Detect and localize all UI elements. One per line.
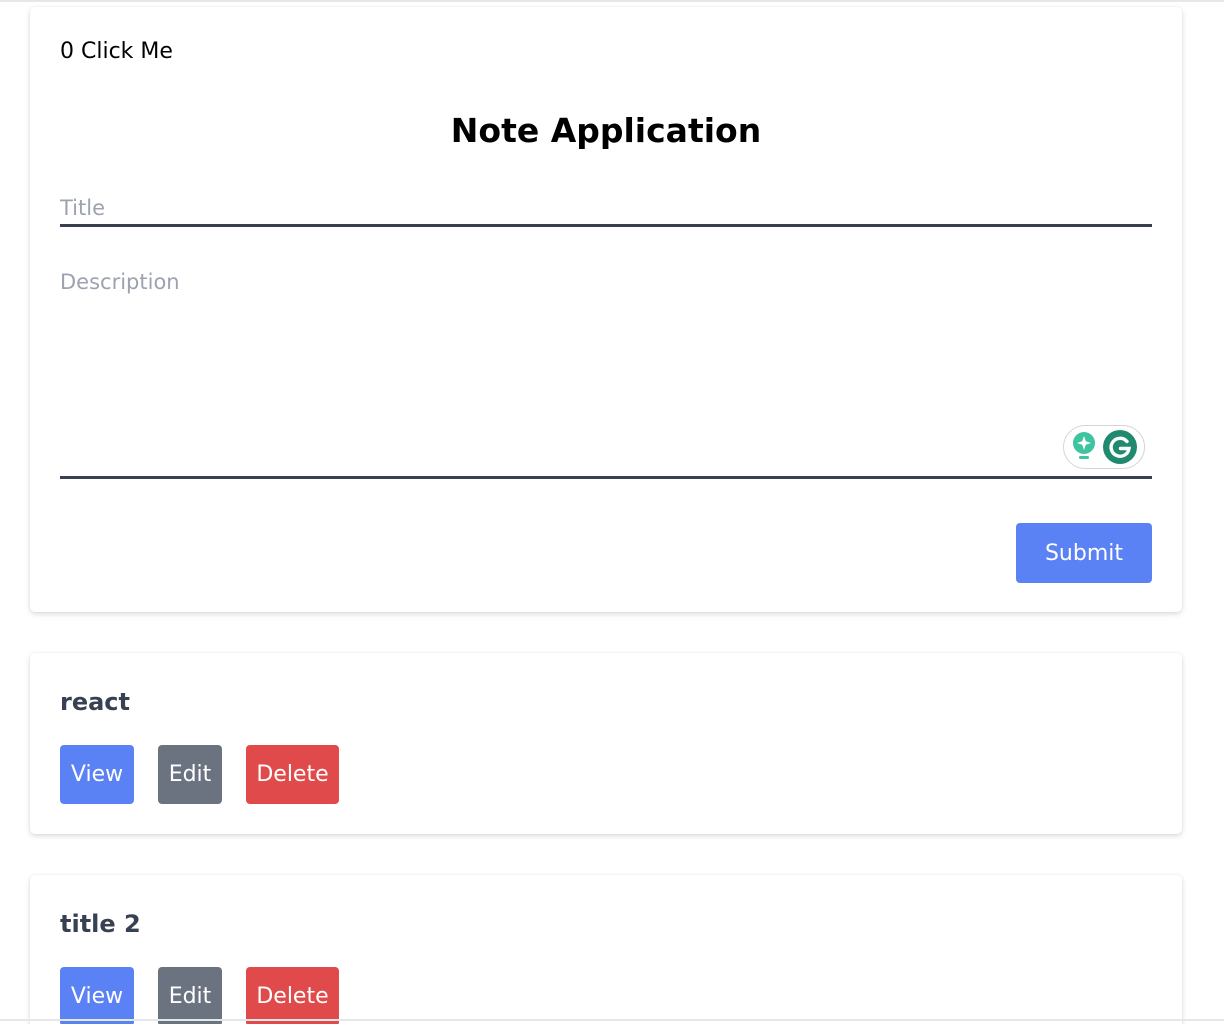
- note-title: title 2: [60, 910, 141, 938]
- page: 0 Click Me Note Application Submit react…: [0, 0, 1224, 1024]
- lightbulb-icon[interactable]: [1071, 431, 1097, 463]
- title-input[interactable]: [60, 191, 1152, 227]
- note-card: react View Edit Delete: [30, 653, 1182, 834]
- click-me-counter-button[interactable]: 0 Click Me: [60, 37, 173, 67]
- top-divider: [0, 0, 1224, 2]
- counter-label: Click Me: [81, 39, 173, 64]
- note-title: react: [60, 688, 131, 716]
- grammarly-widget[interactable]: [1063, 425, 1145, 469]
- grammarly-g-icon[interactable]: [1103, 430, 1138, 464]
- edit-button[interactable]: Edit: [158, 967, 222, 1024]
- submit-button[interactable]: Submit: [1016, 523, 1152, 583]
- bottom-divider: [0, 1019, 1224, 1021]
- counter-value: 0: [60, 39, 74, 64]
- page-title: Note Application: [450, 111, 762, 150]
- note-card: title 2 View Edit Delete: [30, 875, 1182, 1024]
- view-button[interactable]: View: [60, 967, 134, 1024]
- description-textarea[interactable]: [60, 267, 1152, 479]
- edit-button[interactable]: Edit: [158, 745, 222, 804]
- view-button[interactable]: View: [60, 745, 134, 804]
- delete-button[interactable]: Delete: [246, 967, 339, 1024]
- note-form-card: 0 Click Me Note Application Submit: [30, 7, 1182, 612]
- delete-button[interactable]: Delete: [246, 745, 339, 804]
